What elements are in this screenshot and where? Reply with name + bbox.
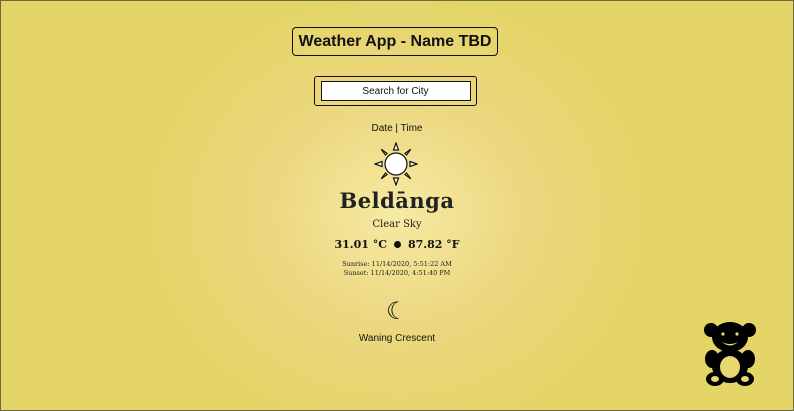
teddy-bear-icon — [704, 322, 756, 386]
temperature-row: 31.01 °C 87.82 °F — [1, 238, 793, 251]
weather-condition: Clear Sky — [372, 219, 422, 230]
temperature-celsius: 31.01 °C — [334, 238, 387, 251]
city-name: Beldānga — [339, 188, 455, 213]
sun-icon — [374, 142, 418, 186]
crescent-moon-icon: ☾ — [386, 297, 408, 325]
date-time-label: Date | Time — [371, 123, 423, 134]
temperature-fahrenheit: 87.82 °F — [407, 238, 460, 251]
separator-dot — [393, 240, 401, 248]
city-search-input[interactable] — [320, 81, 471, 101]
sunrise-time: Sunrise: 11/14/2020, 5:51:22 AM — [342, 260, 452, 268]
search-container — [314, 76, 477, 106]
sunset-time: Sunset: 11/14/2020, 4:51:40 PM — [343, 269, 451, 277]
moon-phase-label: Waning Crescent — [358, 333, 436, 344]
app-title: Weather App - Name TBD — [292, 27, 498, 56]
